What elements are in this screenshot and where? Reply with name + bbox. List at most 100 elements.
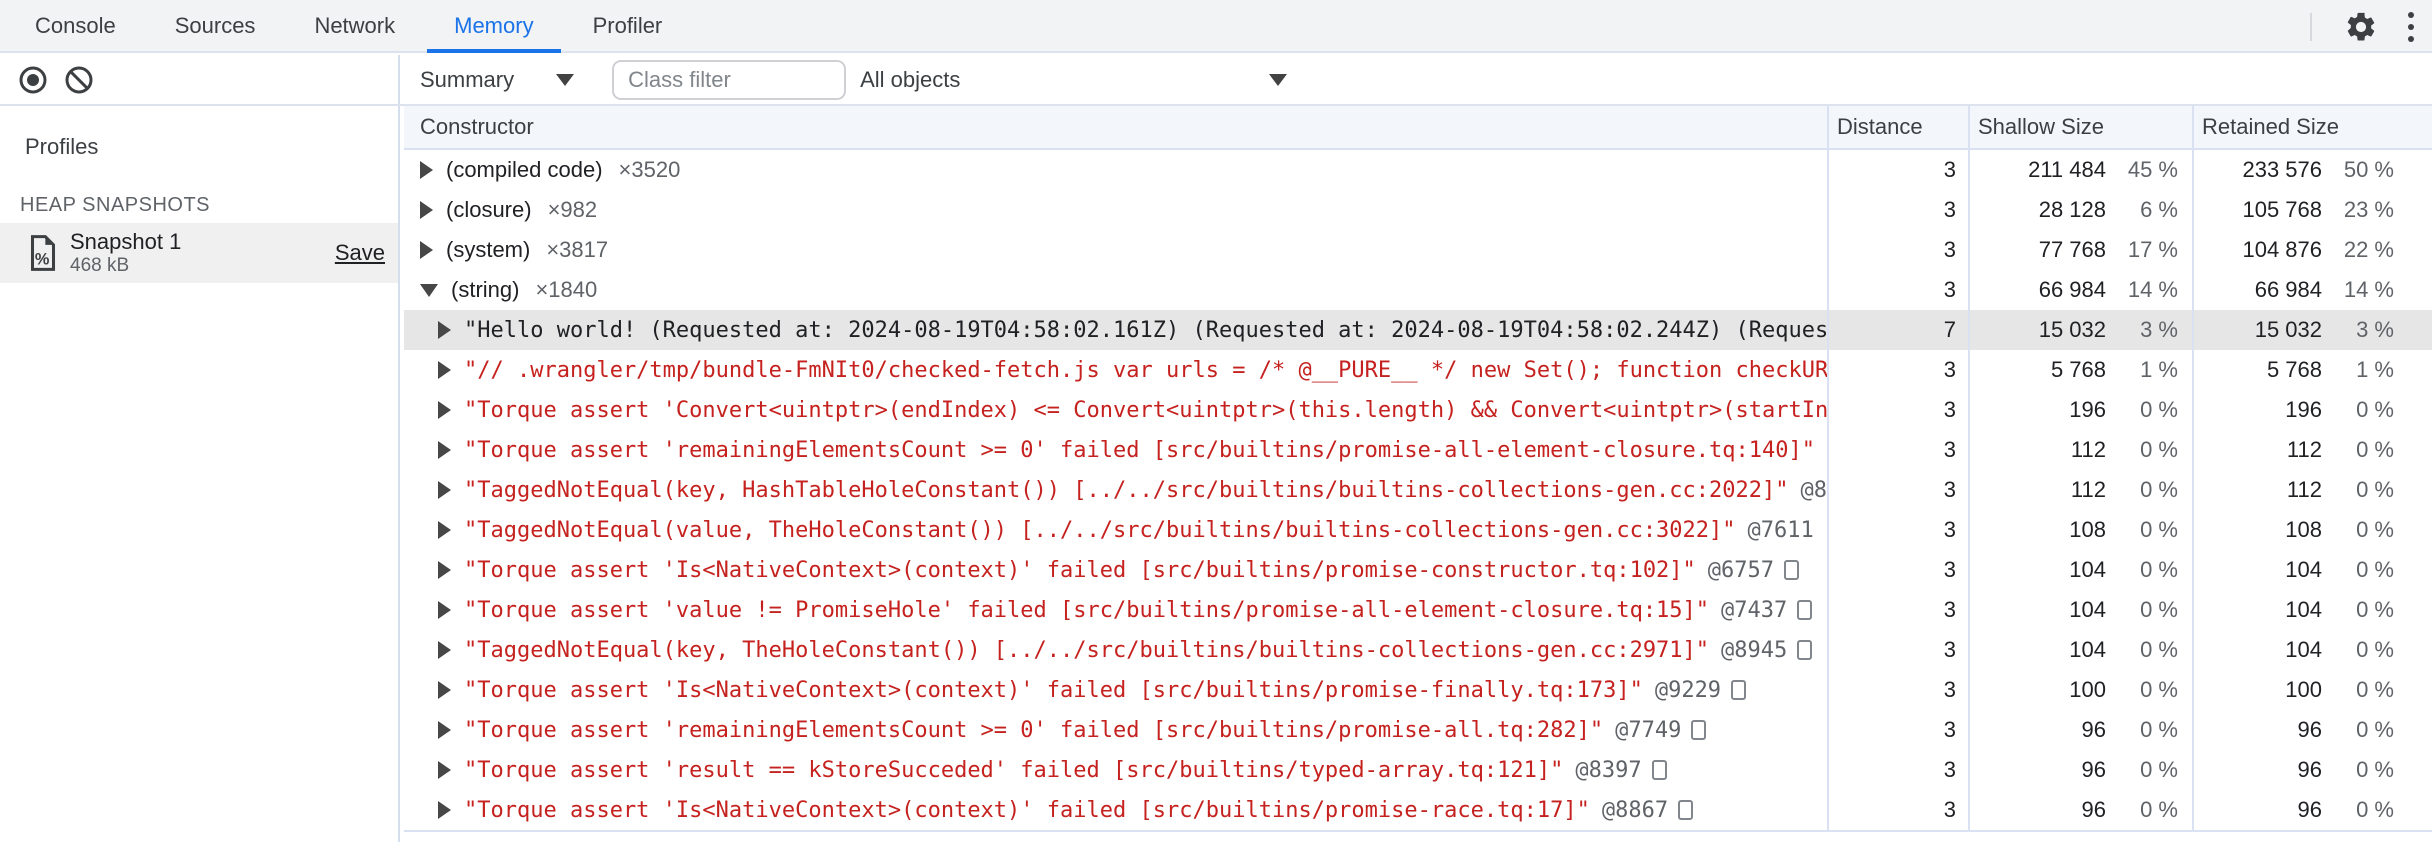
distance-cell: 3 bbox=[1827, 630, 1968, 670]
shallow-size-value: 112 bbox=[2070, 437, 2106, 462]
tab-network[interactable]: Network bbox=[287, 0, 422, 51]
disclosure-triangle-icon[interactable] bbox=[420, 201, 433, 219]
distance-cell: 3 bbox=[1827, 750, 1968, 790]
class-filter-input[interactable] bbox=[612, 59, 847, 100]
table-row[interactable]: "TaggedNotEqual(key, HashTableHoleConsta… bbox=[404, 470, 2432, 510]
reveal-object-icon[interactable] bbox=[1678, 800, 1694, 820]
retained-size-cell: 66 984 14 % bbox=[2192, 270, 2432, 310]
retained-size-value: 108 bbox=[2285, 517, 2322, 542]
reveal-object-icon[interactable] bbox=[1797, 600, 1813, 620]
reveal-object-icon[interactable] bbox=[1651, 760, 1667, 780]
disclosure-triangle-icon[interactable] bbox=[438, 641, 451, 659]
toolbar-divider bbox=[2310, 12, 2312, 41]
disclosure-triangle-icon[interactable] bbox=[420, 283, 438, 297]
table-row[interactable]: "TaggedNotEqual(key, TheHoleConstant()) … bbox=[404, 630, 2432, 670]
view-mode-select[interactable]: Summary bbox=[420, 67, 575, 93]
disclosure-triangle-icon[interactable] bbox=[438, 361, 451, 379]
table-row[interactable]: (closure) ×982 3 28 128 6 % 105 768 23 % bbox=[404, 190, 2432, 230]
table-row[interactable]: "Torque assert 'result == kStoreSucceded… bbox=[404, 750, 2432, 790]
table-row[interactable]: "Hello world! (Requested at: 2024-08-19T… bbox=[404, 310, 2432, 350]
column-header-constructor[interactable]: Constructor bbox=[404, 106, 1827, 148]
retained-size-value: 96 bbox=[2297, 717, 2322, 742]
grid-header: Constructor Distance Shallow Size Retain… bbox=[404, 106, 2432, 150]
tab-sources[interactable]: Sources bbox=[148, 0, 283, 51]
retained-size-cell: 15 032 3 % bbox=[2192, 310, 2432, 350]
table-row[interactable]: (string) ×1840 3 66 984 14 % 66 984 14 % bbox=[404, 270, 2432, 310]
retained-size-value: 104 876 bbox=[2242, 237, 2322, 262]
table-row[interactable]: "Torque assert 'value != PromiseHole' fa… bbox=[404, 590, 2432, 630]
shallow-size-cell: 100 0 % bbox=[1968, 670, 2192, 710]
snapshot-name: Snapshot 1 bbox=[70, 229, 182, 254]
column-header-shallow-size[interactable]: Shallow Size bbox=[1968, 106, 2192, 148]
record-heap-snapshot-icon[interactable] bbox=[18, 65, 48, 95]
shallow-size-percent: 0 % bbox=[2140, 437, 2178, 462]
settings-gear-icon[interactable] bbox=[2344, 10, 2378, 44]
reveal-object-icon[interactable] bbox=[1731, 680, 1747, 700]
retained-size-percent: 0 % bbox=[2356, 477, 2394, 502]
distance-cell: 3 bbox=[1827, 230, 1968, 270]
disclosure-triangle-icon[interactable] bbox=[438, 601, 451, 619]
column-header-retained-size[interactable]: Retained Size bbox=[2192, 106, 2432, 148]
retained-size-percent: 0 % bbox=[2356, 677, 2394, 702]
retained-size-percent: 0 % bbox=[2356, 637, 2394, 662]
shallow-size-cell: 15 032 3 % bbox=[1968, 310, 2192, 350]
disclosure-triangle-icon[interactable] bbox=[438, 321, 451, 339]
svg-text:%: % bbox=[35, 251, 50, 269]
shallow-size-percent: 3 % bbox=[2140, 317, 2178, 342]
constructor-cell: "Torque assert 'Is<NativeContext>(contex… bbox=[404, 670, 1827, 710]
retained-size-value: 104 bbox=[2285, 637, 2322, 662]
shallow-size-value: 96 bbox=[2081, 717, 2106, 742]
table-row[interactable]: "Torque assert 'remainingElementsCount >… bbox=[404, 430, 2432, 470]
table-row[interactable]: "Torque assert 'Convert<uintptr>(endInde… bbox=[404, 390, 2432, 430]
heap-snapshots-section-title: HEAP SNAPSHOTS bbox=[20, 194, 211, 216]
object-scope-select[interactable]: All objects bbox=[860, 55, 1305, 104]
distance-cell: 3 bbox=[1827, 150, 1968, 190]
reveal-object-icon[interactable] bbox=[1691, 720, 1707, 740]
column-header-distance[interactable]: Distance bbox=[1827, 106, 1968, 148]
shallow-size-cell: 211 484 45 % bbox=[1968, 150, 2192, 190]
shallow-size-value: 15 032 bbox=[2038, 317, 2106, 342]
sidebar-item-snapshot-1[interactable]: % Snapshot 1 468 kB Save bbox=[0, 223, 398, 283]
retained-size-value: 66 984 bbox=[2254, 277, 2322, 302]
disclosure-triangle-icon[interactable] bbox=[438, 521, 451, 539]
disclosure-triangle-icon[interactable] bbox=[438, 681, 451, 699]
disclosure-triangle-icon[interactable] bbox=[438, 561, 451, 579]
clear-profiles-icon[interactable] bbox=[64, 65, 94, 95]
table-row[interactable]: "// .wrangler/tmp/bundle-FmNIt0/checked-… bbox=[404, 350, 2432, 390]
tab-profiler[interactable]: Profiler bbox=[566, 0, 690, 51]
reveal-object-icon[interactable] bbox=[1784, 560, 1800, 580]
disclosure-triangle-icon[interactable] bbox=[420, 241, 433, 259]
tab-memory[interactable]: Memory bbox=[427, 0, 562, 53]
instance-count: ×1840 bbox=[535, 277, 598, 302]
string-value: "Torque assert 'Convert<uintptr>(endInde… bbox=[464, 397, 1827, 423]
table-row[interactable]: "Torque assert 'Is<NativeContext>(contex… bbox=[404, 550, 2432, 590]
disclosure-triangle-icon[interactable] bbox=[420, 161, 433, 179]
table-row[interactable]: "Torque assert 'Is<NativeContext>(contex… bbox=[404, 790, 2432, 830]
distance-cell: 3 bbox=[1827, 710, 1968, 750]
more-options-icon[interactable] bbox=[2404, 8, 2418, 46]
save-snapshot-link[interactable]: Save bbox=[335, 240, 385, 266]
disclosure-triangle-icon[interactable] bbox=[438, 761, 451, 779]
tab-console[interactable]: Console bbox=[8, 0, 143, 51]
string-value: "TaggedNotEqual(key, HashTableHoleConsta… bbox=[464, 477, 1789, 503]
string-value: "Torque assert 'result == kStoreSucceded… bbox=[464, 757, 1564, 783]
disclosure-triangle-icon[interactable] bbox=[438, 441, 451, 459]
constructor-cell: (system) ×3817 bbox=[404, 230, 1827, 270]
object-id: @6757 bbox=[1707, 557, 1775, 583]
table-row[interactable]: (compiled code) ×3520 3 211 484 45 % 233… bbox=[404, 150, 2432, 190]
disclosure-triangle-icon[interactable] bbox=[438, 801, 451, 819]
disclosure-triangle-icon[interactable] bbox=[438, 721, 451, 739]
table-row[interactable]: "Torque assert 'Is<NativeContext>(contex… bbox=[404, 670, 2432, 710]
table-row[interactable]: (system) ×3817 3 77 768 17 % 104 876 22 … bbox=[404, 230, 2432, 270]
shallow-size-percent: 0 % bbox=[2140, 597, 2178, 622]
retained-size-percent: 0 % bbox=[2356, 717, 2394, 742]
table-row[interactable]: "TaggedNotEqual(value, TheHoleConstant()… bbox=[404, 510, 2432, 550]
reveal-object-icon[interactable] bbox=[1797, 640, 1813, 660]
constructor-cell: "TaggedNotEqual(value, TheHoleConstant()… bbox=[404, 510, 1827, 550]
disclosure-triangle-icon[interactable] bbox=[438, 401, 451, 419]
retained-size-cell: 96 0 % bbox=[2192, 750, 2432, 790]
object-id: @9229 bbox=[1654, 677, 1722, 703]
table-row[interactable]: "Torque assert 'remainingElementsCount >… bbox=[404, 710, 2432, 750]
object-id: @7611 bbox=[1747, 517, 1814, 543]
disclosure-triangle-icon[interactable] bbox=[438, 481, 451, 499]
